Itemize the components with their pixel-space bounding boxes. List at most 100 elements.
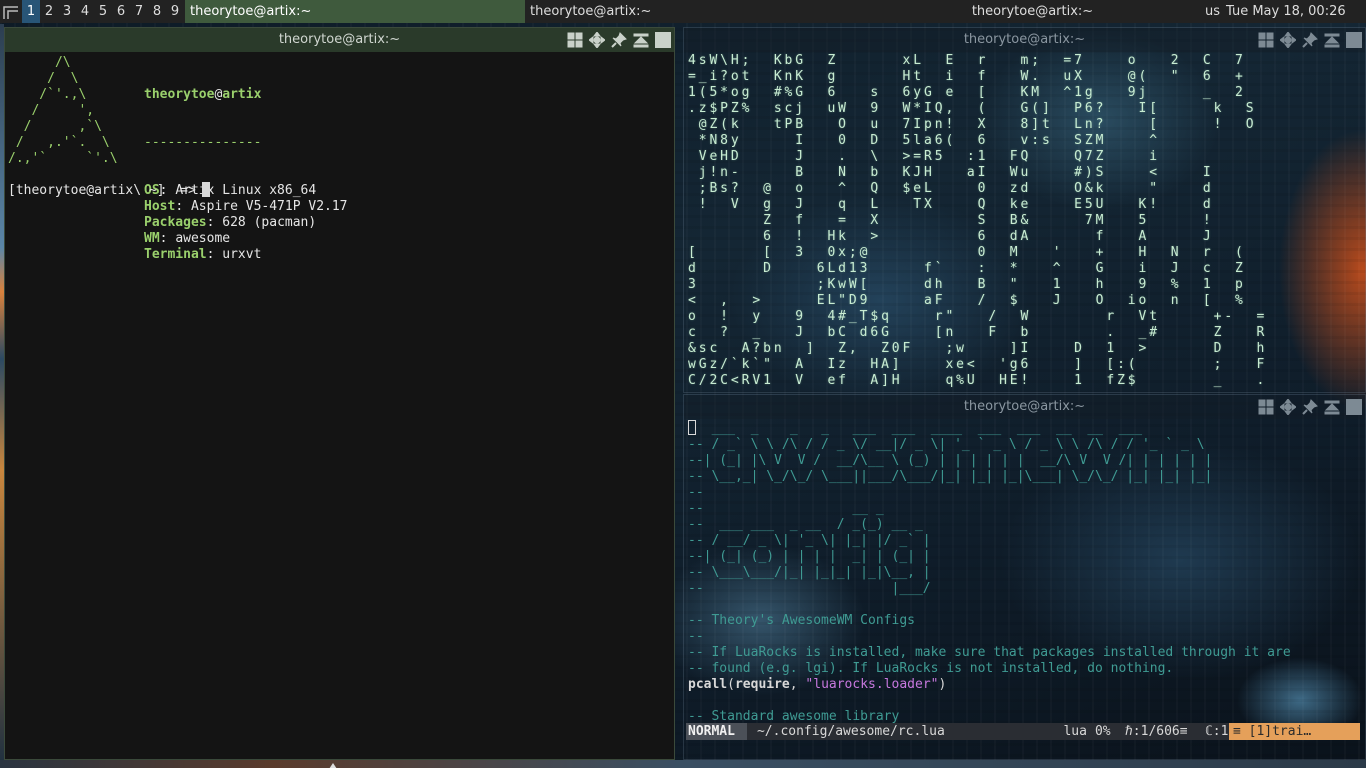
titlebar-buttons (1257, 398, 1363, 416)
matrix-line: j!n- B N b KJH aI Wu #)S < I (688, 165, 1214, 180)
window-titlebar[interactable]: theorytoe@artix:~ (684, 28, 1365, 52)
editor-line: -- / __/ _ \| '_ \| |_| |/ _` | (688, 533, 1364, 549)
task-item[interactable]: theorytoe@artix:~ (185, 0, 525, 23)
code-comment: -- / _` \ \ /\ / / _ \/ __|/ _ \| '_ ` _… (688, 437, 1205, 452)
tag-5[interactable]: 5 (94, 0, 112, 23)
clock[interactable]: Tue May 18, 00:26 (1226, 0, 1346, 23)
neofetch-colon: : (206, 247, 223, 262)
vim-trailing-warning: ≡ [1]trai… (1228, 723, 1360, 740)
ontop-icon[interactable] (1279, 398, 1297, 416)
neofetch-row: Packages: 628 (pacman) (144, 215, 348, 231)
top-panel: 123456789 theorytoe@artix:~ theorytoe@art… (0, 0, 1366, 23)
editor-line: -- Theory's AwesomeWM Configs (688, 613, 1364, 629)
neofetch-key: Host (144, 199, 176, 214)
window-title: theorytoe@artix:~ (963, 399, 1086, 414)
code-comment: -- \___\___/|_| |_|_| |_|\__, | (688, 565, 931, 580)
tag-3[interactable]: 3 (58, 0, 76, 23)
code-comment: -- (688, 629, 704, 644)
floating-icon[interactable] (1257, 398, 1275, 416)
code-comment: -- Theory's AwesomeWM Configs (688, 613, 915, 628)
editor-line: --| (_| |\ V V / __/\__ \ (_) | | | | | … (688, 453, 1364, 469)
close-icon[interactable] (1345, 398, 1363, 416)
editor-line: pcall(require, "luarocks.loader") (688, 677, 1364, 693)
matrix-line: < , > EL"D9 aF / $ J O io n [ % (688, 293, 1246, 308)
matrix-line: c ? _ J bC d6G [n F b . _# Z R (688, 325, 1268, 340)
vim-percent: 0% (1094, 724, 1111, 739)
titlebar-buttons (566, 31, 672, 49)
task-item[interactable]: theorytoe@artix:~ (525, 0, 865, 23)
matrix-line: *N8y I 0 D 5la6( 6 v:s SZM ^ (688, 133, 1160, 148)
tag-9[interactable]: 9 (166, 0, 184, 23)
neofetch-key: WM (144, 231, 160, 246)
tag-6[interactable]: 6 (112, 0, 130, 23)
sticky-icon[interactable] (610, 31, 628, 49)
awesome-launcher-icon[interactable] (2, 3, 20, 21)
prompt-text: [theorytoe@artix\ ~] => (8, 183, 196, 198)
neofetch-row: Terminal: urxvt (144, 247, 348, 263)
neofetch-value: 628 (pacman) (222, 215, 317, 230)
code-comment: ___ _ _ _ ___ ___ ____ ___ ___ __ __ ___ (696, 421, 1143, 436)
terminal-window-bottom-right[interactable]: theorytoe@artix:~ ___ _ _ _ ___ ___ ____… (683, 394, 1366, 760)
code-comment: -- found (e.g. lgi). If LuaRocks is not … (688, 661, 1174, 676)
matrix-line: C/2C<RV1 V ef A]H q%U HE! 1 fZ$ _ . (688, 373, 1268, 388)
code-comment: -- __ _ (688, 501, 884, 516)
matrix-line: 1(5*og #%G 6 s 6yG e [ KM ^1g 9j _ 2 (688, 85, 1246, 100)
shell-prompt[interactable]: [theorytoe@artix\ ~] => (8, 182, 210, 199)
matrix-line: .z$PZ% scj uW 9 W*IQ, ( G(] P6? I[ k S (688, 101, 1257, 116)
vim-cursor (688, 420, 696, 435)
sticky-icon[interactable] (1301, 398, 1319, 416)
tag-2[interactable]: 2 (40, 0, 58, 23)
vim-filetype: lua (1063, 724, 1087, 739)
vim-editor-buffer[interactable]: ___ _ _ _ ___ ___ ____ ___ ___ __ __ ___… (688, 420, 1364, 734)
terminal-window-top-right[interactable]: theorytoe@artix:~ 4sW\H; KbG Z xL E r m;… (683, 27, 1366, 393)
tag-4[interactable]: 4 (76, 0, 94, 23)
code-comment: -- \__,_| \_/\_/ \___||___/\___/|_| |_| … (688, 469, 1213, 484)
editor-line: ___ _ _ _ ___ ___ ____ ___ ___ __ __ ___ (688, 420, 1364, 437)
maximize-icon[interactable] (632, 31, 650, 49)
terminal-cursor (201, 182, 210, 197)
editor-line: --| (_| (_) | | | | _| | (_| | (688, 549, 1364, 565)
code-comment: -- ___ ___ _ __ / _(_) __ _ (688, 517, 923, 532)
code-comment: -- (688, 485, 704, 500)
keyboard-layout-indicator[interactable]: us (1205, 0, 1220, 23)
tag-7[interactable]: 7 (130, 0, 148, 23)
window-titlebar[interactable]: theorytoe@artix:~ (684, 395, 1365, 419)
neofetch-value: awesome (175, 231, 231, 246)
floating-icon[interactable] (1257, 31, 1275, 49)
matrix-line: 6 ! Hk > 6 dA f A J (688, 229, 1214, 244)
sticky-icon[interactable] (1301, 31, 1319, 49)
tag-8[interactable]: 8 (148, 0, 166, 23)
vim-filename: ~/.config/awesome/rc.lua (756, 724, 945, 739)
neofetch-host: artix (222, 87, 262, 102)
code-comment: --| (_| (_) | | | | _| | (_| | (688, 549, 931, 564)
neofetch-key: Packages (144, 215, 207, 230)
editor-line: -- / _` \ \ /\ / / _ \/ __|/ _ \| '_ ` _… (688, 437, 1364, 453)
close-icon[interactable] (1345, 31, 1363, 49)
maximize-icon[interactable] (1323, 31, 1341, 49)
vim-column: ℂ:1 (1204, 724, 1229, 739)
editor-line: -- \__,_| \_/\_/ \___||___/\___/|_| |_| … (688, 469, 1364, 485)
neofetch-user: theorytoe (144, 87, 215, 102)
ontop-icon[interactable] (588, 31, 606, 49)
code-comment: -- |___/ (688, 581, 931, 596)
editor-line: -- \___\___/|_| |_|_| |_|\__, | (688, 565, 1364, 581)
floating-icon[interactable] (566, 31, 584, 49)
tag-1[interactable]: 1 (22, 0, 40, 23)
ontop-icon[interactable] (1279, 31, 1297, 49)
terminal-window-left[interactable]: theorytoe@artix:~ /\ / \ /`'.,\ / ', / ,… (4, 27, 675, 760)
neofetch-value: urxvt (222, 247, 262, 262)
code-token: ) (938, 677, 947, 692)
code-comment: -- / __/ _ \| '_ \| |_| |/ _` | (688, 533, 931, 548)
matrix-line: [ [ 3 0x;@ 0 M ' + H N r ( (688, 245, 1246, 260)
close-icon[interactable] (654, 31, 672, 49)
terminal-content[interactable]: /\ / \ /`'.,\ / ', / ,`\ / ,.'`. \ /.,'`… (8, 55, 674, 759)
matrix-line: ;Bs? @ o ^ Q $eL 0 zd O&k " d (688, 181, 1214, 196)
maximize-icon[interactable] (1323, 398, 1341, 416)
code-comment: --| (_| |\ V V / __/\__ \ (_) | | | | | … (688, 453, 1213, 468)
matrix-line: ! V g J q L TX Q ke E5U K! d (688, 197, 1214, 212)
window-titlebar[interactable]: theorytoe@artix:~ (5, 28, 674, 52)
editor-line: -- __ _ (688, 501, 1364, 517)
matrix-line: VeHD J . \ >=R5 :1 FQ Q7Z i (688, 149, 1160, 164)
task-item[interactable]: theorytoe@artix:~ (865, 0, 1200, 23)
